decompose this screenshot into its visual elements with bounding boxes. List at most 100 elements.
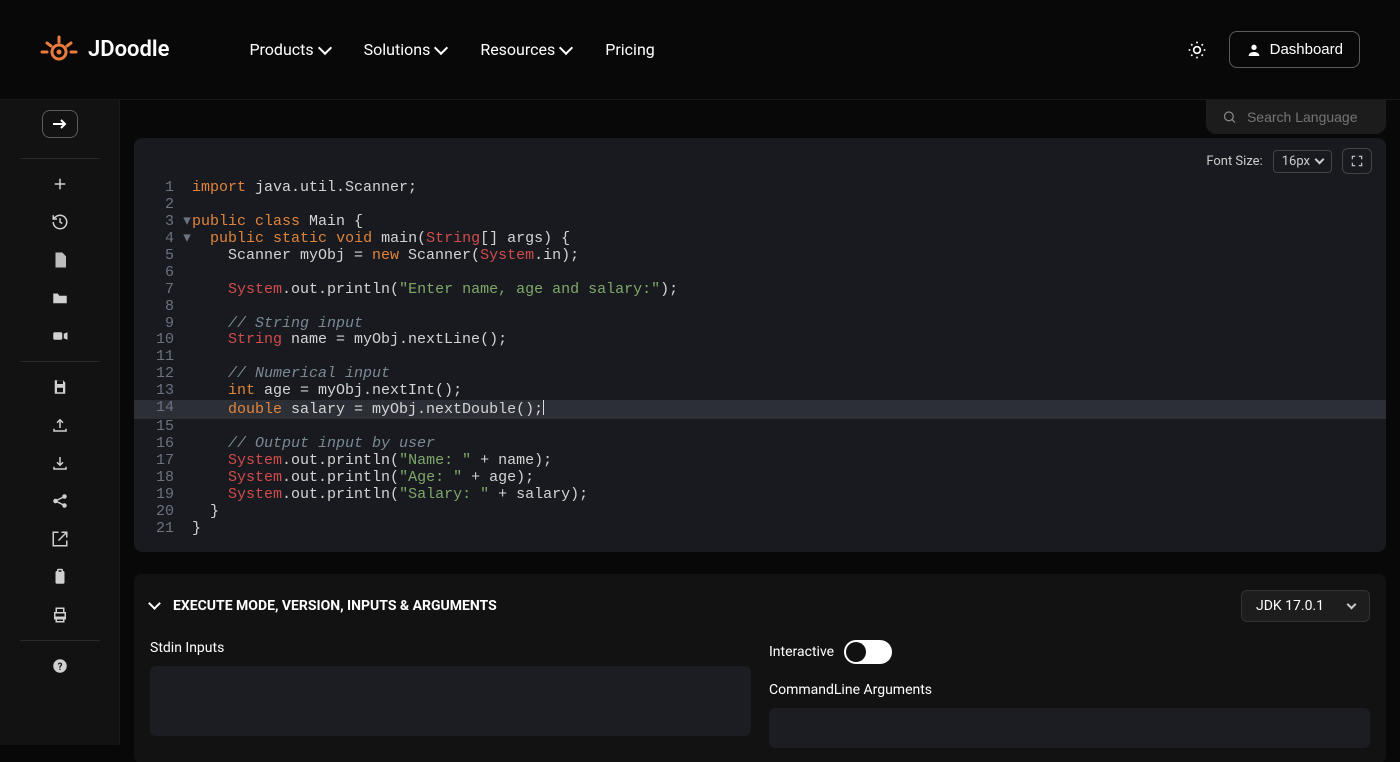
history-icon xyxy=(51,213,69,231)
print-button[interactable] xyxy=(40,596,80,634)
video-button[interactable] xyxy=(40,317,80,355)
video-icon xyxy=(51,327,69,345)
font-size-select[interactable]: 16px xyxy=(1273,150,1332,173)
line-number: 9 xyxy=(134,316,182,333)
interactive-toggle[interactable] xyxy=(844,640,892,664)
history-button[interactable] xyxy=(40,203,80,241)
language-search[interactable] xyxy=(1206,100,1386,134)
main: ? Font Size: 16px xyxy=(0,100,1400,745)
nav-solutions-label: Solutions xyxy=(364,40,431,59)
line-number: 5 xyxy=(134,248,182,265)
help-icon: ? xyxy=(51,657,69,675)
line-number: 16 xyxy=(134,436,182,453)
divider xyxy=(20,158,100,159)
chevron-down-icon xyxy=(318,41,332,55)
help-button[interactable]: ? xyxy=(40,647,80,685)
theme-toggle-icon[interactable] xyxy=(1187,40,1207,60)
line-number: 21 xyxy=(134,521,182,538)
interactive-row: Interactive xyxy=(769,640,1370,664)
folder-button[interactable] xyxy=(40,279,80,317)
clipboard-button[interactable] xyxy=(40,558,80,596)
cursor xyxy=(543,400,544,415)
line-number: 18 xyxy=(134,470,182,487)
toggle-knob xyxy=(846,642,866,662)
fullscreen-button[interactable] xyxy=(1342,148,1372,174)
line-number: 8 xyxy=(134,299,182,316)
chevron-down-icon xyxy=(1347,599,1357,609)
dashboard-button[interactable]: Dashboard xyxy=(1229,31,1360,68)
share-button[interactable] xyxy=(40,482,80,520)
line-number: 19 xyxy=(134,487,182,504)
font-size-value: 16px xyxy=(1282,154,1310,169)
export-icon xyxy=(51,530,69,548)
save-icon xyxy=(51,378,69,396)
execute-panel: EXECUTE MODE, VERSION, INPUTS & ARGUMENT… xyxy=(134,574,1386,762)
nav-pricing[interactable]: Pricing xyxy=(605,40,655,59)
nav-resources-label: Resources xyxy=(480,40,555,59)
chevron-down-icon xyxy=(559,41,573,55)
stdin-input[interactable] xyxy=(150,666,751,736)
logo-icon xyxy=(40,35,78,65)
line-number: 17 xyxy=(134,453,182,470)
brand-name: JDoodle xyxy=(88,37,169,62)
save-button[interactable] xyxy=(40,368,80,406)
brand-logo[interactable]: JDoodle xyxy=(40,35,169,65)
line-number: 14 xyxy=(134,400,182,419)
nav-products-label: Products xyxy=(249,40,313,59)
chevron-down-icon xyxy=(434,41,448,55)
editor-toolbar: Font Size: 16px xyxy=(134,138,1386,180)
app-header: JDoodle Products Solutions Resources Pri… xyxy=(0,0,1400,100)
upload-button[interactable] xyxy=(40,406,80,444)
line-number: 13 xyxy=(134,383,182,400)
nav-solutions[interactable]: Solutions xyxy=(364,40,447,59)
nav-resources[interactable]: Resources xyxy=(480,40,571,59)
code-editor[interactable]: 1 import java.util.Scanner; 2 3▾public c… xyxy=(134,180,1386,552)
share-icon xyxy=(51,492,69,510)
content-area: Font Size: 16px 1 import java.util.Scann… xyxy=(120,100,1400,745)
stdin-column: Stdin Inputs xyxy=(150,640,751,748)
dashboard-label: Dashboard xyxy=(1270,41,1343,58)
main-nav: Products Solutions Resources Pricing xyxy=(249,40,654,59)
chevron-down-icon xyxy=(148,597,161,610)
print-icon xyxy=(51,606,69,624)
svg-text:?: ? xyxy=(57,662,62,673)
download-button[interactable] xyxy=(40,444,80,482)
line-number: 1 xyxy=(134,180,182,197)
line-number: 3 xyxy=(134,214,182,231)
left-sidebar: ? xyxy=(0,100,120,745)
line-number: 7 xyxy=(134,282,182,299)
search-icon xyxy=(1222,108,1237,126)
divider xyxy=(20,640,100,641)
line-number: 15 xyxy=(134,419,182,436)
plus-icon xyxy=(51,175,69,193)
jdk-version-select[interactable]: JDK 17.0.1 xyxy=(1241,590,1370,622)
chevron-down-icon xyxy=(1315,155,1325,165)
language-search-input[interactable] xyxy=(1247,109,1370,125)
execute-header[interactable]: EXECUTE MODE, VERSION, INPUTS & ARGUMENT… xyxy=(150,590,1370,622)
file-icon xyxy=(51,251,69,269)
execute-title: EXECUTE MODE, VERSION, INPUTS & ARGUMENT… xyxy=(173,598,497,614)
line-number: 10 xyxy=(134,332,182,349)
download-icon xyxy=(51,454,69,472)
upload-icon xyxy=(51,416,69,434)
sidebar-expand-button[interactable] xyxy=(42,110,78,138)
new-file-button[interactable] xyxy=(40,165,80,203)
line-number: 11 xyxy=(134,349,182,366)
user-icon xyxy=(1246,42,1262,58)
arrow-right-icon xyxy=(52,118,68,130)
file-button[interactable] xyxy=(40,241,80,279)
line-number: 6 xyxy=(134,265,182,282)
font-size-label: Font Size: xyxy=(1206,154,1262,169)
clipboard-icon xyxy=(51,568,69,586)
stdin-label: Stdin Inputs xyxy=(150,640,751,656)
line-number: 2 xyxy=(134,197,182,214)
interactive-label: Interactive xyxy=(769,644,834,660)
line-number: 12 xyxy=(134,366,182,383)
fullscreen-icon xyxy=(1350,154,1364,168)
nav-products[interactable]: Products xyxy=(249,40,329,59)
cmdline-input[interactable] xyxy=(769,708,1370,748)
cmdline-label: CommandLine Arguments xyxy=(769,682,1370,698)
export-button[interactable] xyxy=(40,520,80,558)
jdk-version-value: JDK 17.0.1 xyxy=(1256,598,1324,614)
line-number: 4 xyxy=(134,231,182,248)
